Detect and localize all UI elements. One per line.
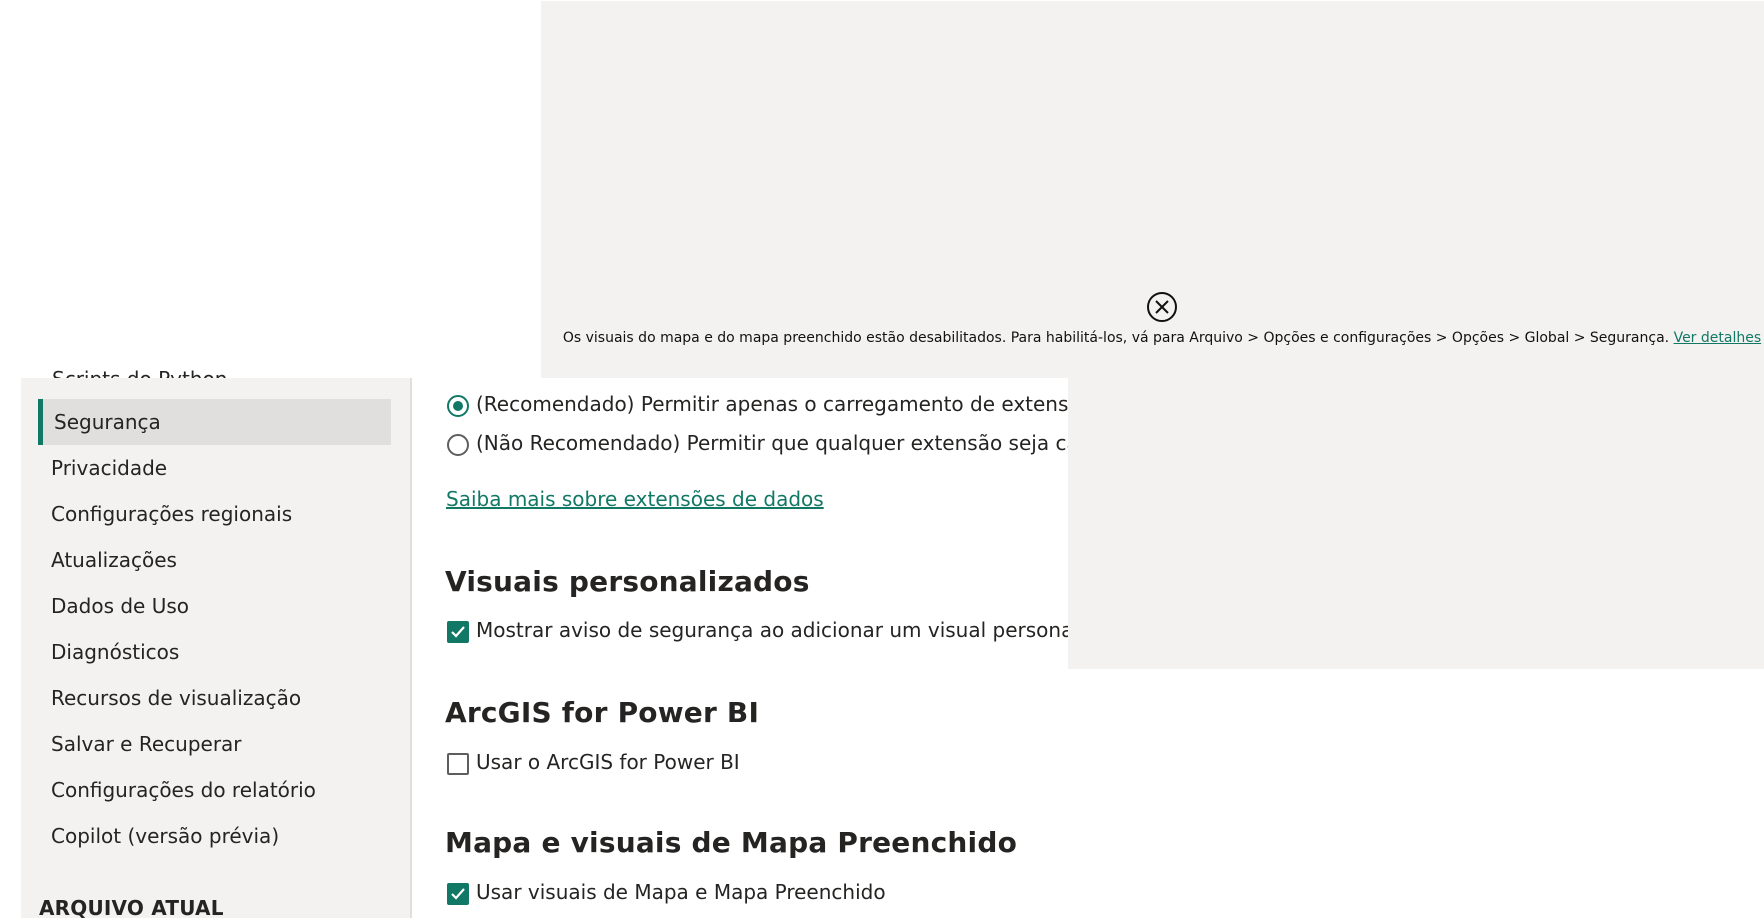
sidebar-item-report-settings[interactable]: Configurações do relatório xyxy=(51,778,316,802)
close-circle-icon xyxy=(1147,292,1177,322)
options-sidebar: Segurança Privacidade Configurações regi… xyxy=(21,378,412,918)
error-message: Os visuais do mapa e do mapa preenchido … xyxy=(560,330,1764,346)
arcgis-heading: ArcGIS for Power BI xyxy=(445,696,760,729)
arcgis-checkbox-label: Usar o ArcGIS for Power BI xyxy=(476,750,740,774)
sidebar-item-security[interactable]: Segurança xyxy=(54,410,161,434)
learn-more-data-extensions-link[interactable]: Saiba mais sobre extensões de dados xyxy=(446,487,824,511)
map-visual-error-panel xyxy=(541,1,1764,378)
map-visuals-checkbox-label: Usar visuais de Mapa e Mapa Preenchido xyxy=(476,880,886,904)
sidebar-item-usage-data[interactable]: Dados de Uso xyxy=(51,594,189,618)
sidebar-item-privacy[interactable]: Privacidade xyxy=(51,456,167,480)
sidebar-item-updates[interactable]: Atualizações xyxy=(51,548,177,572)
custom-visuals-checkbox[interactable] xyxy=(447,621,469,643)
map-visuals-heading: Mapa e visuais de Mapa Preenchido xyxy=(445,826,1018,859)
map-visuals-checkbox[interactable] xyxy=(447,883,469,905)
radio-recommended[interactable] xyxy=(447,395,469,417)
sidebar-item-diagnostics[interactable]: Diagnósticos xyxy=(51,640,179,664)
sidebar-item-copilot[interactable]: Copilot (versão prévia) xyxy=(51,824,279,848)
radio-not-recommended-label: (Não Recomendado) Permitir que qualquer … xyxy=(476,431,1068,455)
arcgis-checkbox[interactable] xyxy=(447,753,469,775)
error-message-text: Os visuais do mapa e do mapa preenchido … xyxy=(562,330,1670,346)
sidebar-section-header: ARQUIVO ATUAL xyxy=(39,896,224,918)
custom-visuals-heading: Visuais personalizados xyxy=(445,565,810,598)
data-extensions-options: (Recomendado) Permitir apenas o carregam… xyxy=(445,378,1068,678)
sidebar-item-save-recover[interactable]: Salvar e Recuperar xyxy=(51,732,242,756)
sidebar-item-python-scripts[interactable]: Scripts do Python xyxy=(52,363,227,378)
see-details-link[interactable]: Ver detalhes xyxy=(1674,330,1762,346)
sidebar-item-preview-features[interactable]: Recursos de visualização xyxy=(51,686,301,710)
sidebar-item-regional-settings[interactable]: Configurações regionais xyxy=(51,502,292,526)
map-visual-error-panel-extension xyxy=(1068,378,1764,669)
custom-visuals-checkbox-label: Mostrar aviso de segurança ao adicionar … xyxy=(476,618,1068,642)
radio-recommended-label: (Recomendado) Permitir apenas o carregam… xyxy=(476,392,1068,416)
radio-not-recommended[interactable] xyxy=(447,434,469,456)
